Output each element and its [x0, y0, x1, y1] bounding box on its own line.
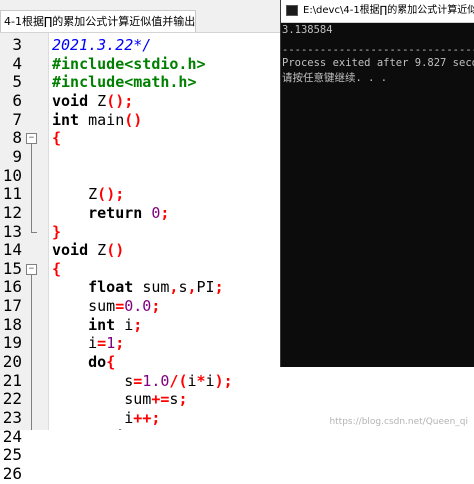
line-number: 14 [2, 240, 22, 260]
fold-end-marker [31, 231, 37, 233]
code-line[interactable]: Z(); [52, 185, 124, 204]
code-line[interactable]: void Z(); [52, 92, 133, 111]
console-title-bar[interactable]: E:\devc\4-1根据∏的累加公式计算近似值并输出.exe [281, 0, 474, 23]
console-press-key-prompt: 请按任意键继续. . . [282, 72, 388, 84]
code-line[interactable]: i++; [52, 409, 160, 428]
fold-toggle-icon[interactable]: − [26, 263, 37, 275]
code-line[interactable]: float sum,s,PI; [52, 278, 223, 297]
code-line[interactable]: return 0; [52, 204, 169, 223]
console-title: E:\devc\4-1根据∏的累加公式计算近似值并输出.exe [303, 5, 474, 16]
line-number: 23 [2, 408, 22, 427]
console-window[interactable]: E:\devc\4-1根据∏的累加公式计算近似值并输出.exe 3.138584… [280, 0, 474, 367]
line-number: 6 [12, 90, 22, 110]
line-number: 13 [2, 221, 22, 241]
console-output-value: 3.138584 [282, 24, 333, 36]
line-number: 22 [2, 389, 22, 409]
code-line[interactable]: { [52, 260, 61, 279]
line-number: 20 [2, 352, 22, 372]
code-line[interactable]: s=1.0/(i*i); [52, 372, 232, 391]
line-number: 4 [12, 53, 22, 73]
line-number: 9 [12, 146, 22, 166]
code-line[interactable]: i=1; [52, 334, 124, 353]
line-number: 21 [2, 370, 22, 390]
code-line[interactable]: void Z() [52, 241, 124, 260]
line-number: 15 [2, 258, 22, 278]
line-number: 5 [12, 72, 22, 92]
line-number: 10 [2, 165, 22, 185]
code-line[interactable]: #include<math.h> [52, 73, 197, 92]
line-number: 26 [2, 463, 22, 483]
code-line[interactable]: int i; [52, 316, 142, 335]
console-exit-message: Process exited after 9.827 seconds with … [282, 57, 474, 69]
code-line[interactable]: 2021.3.22*/ [52, 36, 151, 55]
line-number: 24 [2, 426, 22, 446]
line-number: 17 [2, 296, 22, 316]
editor-file-tab[interactable]: 4-1根据∏的累加公式计算近似值并输出.cpp [0, 10, 196, 32]
fold-guide-line [31, 144, 32, 232]
code-line[interactable]: } [52, 223, 61, 242]
fold-guide-line [31, 274, 32, 430]
line-number: 16 [2, 277, 22, 297]
watermark: https://blog.csdn.net/Queen_qi [329, 417, 468, 427]
line-number: 12 [2, 202, 22, 222]
line-number: 11 [2, 184, 22, 204]
line-number: 7 [12, 109, 22, 129]
code-line[interactable]: do{ [52, 353, 115, 372]
console-separator: -------------------------------- [282, 44, 474, 56]
line-number: 3 [12, 35, 22, 54]
line-number: 19 [2, 333, 22, 353]
fold-toggle-icon[interactable]: − [26, 133, 37, 145]
code-line[interactable]: sum+=s; [52, 390, 187, 409]
line-number: 18 [2, 314, 22, 334]
console-app-icon [286, 5, 298, 16]
line-number-gutter: 3 4 5 6 7 8 9 10 11 12 13 14 15 16 17 18 19 20 21 22 23 24 25 2… [0, 33, 49, 483]
line-number: 25 [2, 445, 22, 465]
code-line[interactable]: #include<stdio.h> [52, 55, 206, 74]
code-line[interactable]: int main() [52, 111, 142, 130]
code-line[interactable]: sum=0.0; [52, 297, 160, 316]
line-number: 8 [12, 128, 22, 148]
code-line[interactable]: { [52, 129, 61, 148]
